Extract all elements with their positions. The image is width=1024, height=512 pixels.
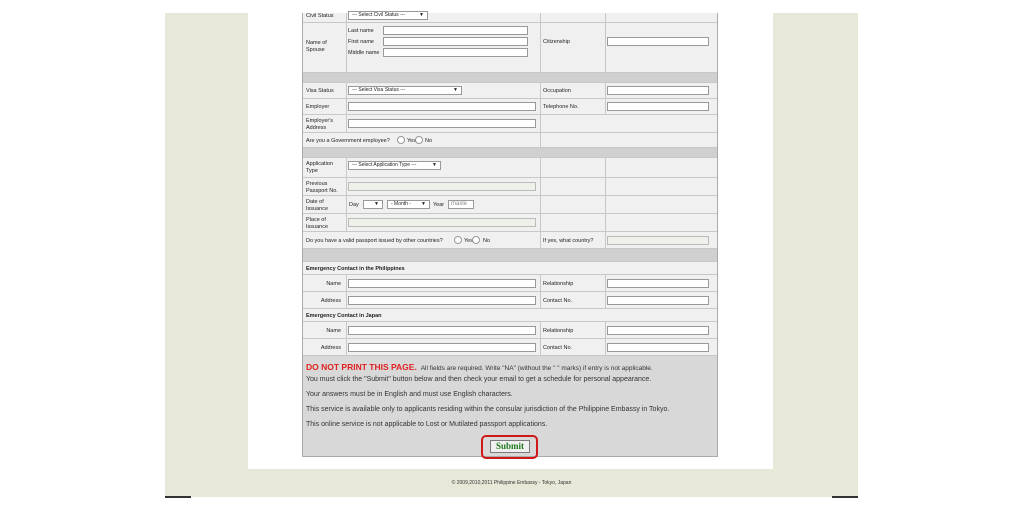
previous-passport-input[interactable] — [348, 182, 536, 191]
occupation-label: Occupation — [543, 88, 571, 94]
occupation-input[interactable] — [607, 86, 709, 95]
other-country-input[interactable] — [607, 236, 709, 245]
row-place-of-issuance: Place of Issuance — [303, 214, 717, 232]
gov-yes-radio[interactable] — [397, 136, 405, 144]
emergency-ph-title: Emergency Contact in the Philippines — [306, 266, 405, 272]
note-line-5: This online service is not applicable to… — [306, 421, 548, 428]
civil-status-select[interactable]: --- Select Civil Status --- ▼ — [348, 11, 428, 20]
row-employer: Employer Telephone No. — [303, 99, 717, 115]
ph-address-input[interactable] — [348, 296, 536, 305]
footer-copyright: © 2009,2010,2011 Philippine Embassy - To… — [451, 480, 572, 486]
row-previous-passport: Previous Passport No. — [303, 178, 717, 196]
emergency-jp-title: Emergency Contact in Japan — [306, 313, 382, 319]
if-yes-country-label: If yes, what country? — [543, 238, 594, 244]
telephone-input[interactable] — [607, 102, 709, 111]
month-select[interactable]: - Month - ▼ — [387, 200, 430, 209]
civil-status-label: Civil Status — [306, 13, 334, 19]
previous-passport-label: Previous Passport No. — [306, 181, 338, 194]
passport-form: Civil Status --- Select Civil Status ---… — [302, 11, 718, 457]
ph-contact-label: Contact No. — [543, 298, 573, 304]
ph-contact-input[interactable] — [607, 296, 709, 305]
ph-relationship-input[interactable] — [607, 279, 709, 288]
row-emergency-jp-name: Name Relationship — [303, 322, 717, 339]
employer-label: Employer — [306, 104, 330, 110]
day-label: Day — [349, 202, 359, 208]
footer-rule-left — [165, 496, 191, 498]
jp-relationship-input[interactable] — [607, 326, 709, 335]
row-visa: Visa Status --- Select Visa Status --- ▼ … — [303, 83, 717, 99]
gov-no-label: No — [425, 138, 433, 144]
row-emergency-jp-title: Emergency Contact in Japan — [303, 309, 717, 322]
employer-address-input[interactable] — [348, 119, 536, 128]
employer-address-label: Employer's Address — [306, 118, 334, 131]
do-not-print-warning: DO NOT PRINT THIS PAGE. — [306, 362, 417, 372]
jp-name-input[interactable] — [348, 326, 536, 335]
ph-name-label: Name — [326, 281, 341, 287]
ph-address-label: Address — [320, 298, 341, 304]
jp-address-label: Address — [320, 345, 341, 351]
row-date-of-issuance: Date of Issuance Day ▼ - Month - ▼ Year m… — [303, 196, 717, 214]
other-no-radio[interactable] — [472, 236, 480, 244]
row-application-type: Application Type --- Select Application … — [303, 158, 717, 178]
other-passport-label: Do you have a valid passport issued by o… — [306, 238, 443, 244]
spouse-label: Name of Spouse — [306, 40, 327, 53]
submit-button[interactable]: Submit — [490, 440, 530, 453]
footer-rule-right — [832, 496, 858, 498]
separator — [303, 148, 717, 158]
spouse-middle-name-input[interactable] — [383, 48, 528, 57]
row-gov-employee: Are you a Government employee? Yes No — [303, 133, 717, 148]
employer-input[interactable] — [348, 102, 536, 111]
note-line-4: This service is available only to applic… — [306, 406, 670, 413]
place-issuance-input[interactable] — [348, 218, 536, 227]
first-name-label: First name — [348, 39, 374, 45]
row-emergency-ph-name: Name Relationship — [303, 275, 717, 292]
row-other-passport: Do you have a valid passport issued by o… — [303, 232, 717, 249]
note-line-3: Your answers must be in English and must… — [306, 391, 513, 398]
jp-contact-label: Contact No. — [543, 345, 573, 351]
row-emergency-ph-title: Emergency Contact in the Philippines — [303, 262, 717, 275]
row-emergency-jp-address: Address Contact No. — [303, 339, 717, 356]
gov-no-radio[interactable] — [415, 136, 423, 144]
place-issuance-label: Place of Issuance — [306, 217, 329, 230]
row-spouse: Name of Spouse Last name First name Midd… — [303, 23, 717, 73]
other-no-label: No — [483, 238, 491, 244]
separator — [303, 73, 717, 83]
application-type-select[interactable]: --- Select Application Type --- ▼ — [348, 161, 441, 170]
jp-name-label: Name — [326, 328, 341, 334]
year-input[interactable]: maxle — [448, 200, 474, 209]
date-issuance-label: Date of Issuance — [306, 199, 329, 212]
instructions: DO NOT PRINT THIS PAGE. All fields are r… — [303, 356, 717, 434]
visa-status-select[interactable]: --- Select Visa Status --- ▼ — [348, 86, 462, 95]
gov-employee-label: Are you a Government employee? — [306, 138, 390, 144]
citizenship-label: Citizenship — [543, 39, 570, 45]
spouse-last-name-input[interactable] — [383, 26, 528, 35]
application-type-label: Application Type — [306, 161, 333, 174]
row-civil-status: Civil Status --- Select Civil Status ---… — [303, 11, 717, 23]
spouse-first-name-input[interactable] — [383, 37, 528, 46]
citizenship-input[interactable] — [607, 37, 709, 46]
telephone-label: Telephone No. — [543, 104, 579, 110]
jp-relationship-label: Relationship — [543, 328, 574, 334]
day-select[interactable]: ▼ — [363, 200, 383, 209]
jp-address-input[interactable] — [348, 343, 536, 352]
row-employer-address: Employer's Address — [303, 115, 717, 133]
visa-status-label: Visa Status — [306, 88, 334, 94]
row-emergency-ph-address: Address Contact No. — [303, 292, 717, 309]
jp-contact-input[interactable] — [607, 343, 709, 352]
other-yes-radio[interactable] — [454, 236, 462, 244]
note-line-1: DO NOT PRINT THIS PAGE. All fields are r… — [306, 362, 653, 372]
note-line-2: You must click the "Submit" button below… — [306, 376, 652, 383]
ph-name-input[interactable] — [348, 279, 536, 288]
middle-name-label: Middle name — [348, 50, 380, 56]
last-name-label: Last name — [348, 28, 374, 34]
separator — [303, 249, 717, 262]
ph-relationship-label: Relationship — [543, 281, 574, 287]
required-note: All fields are required. Write "NA" (wit… — [420, 365, 653, 372]
year-label: Year — [433, 202, 445, 208]
